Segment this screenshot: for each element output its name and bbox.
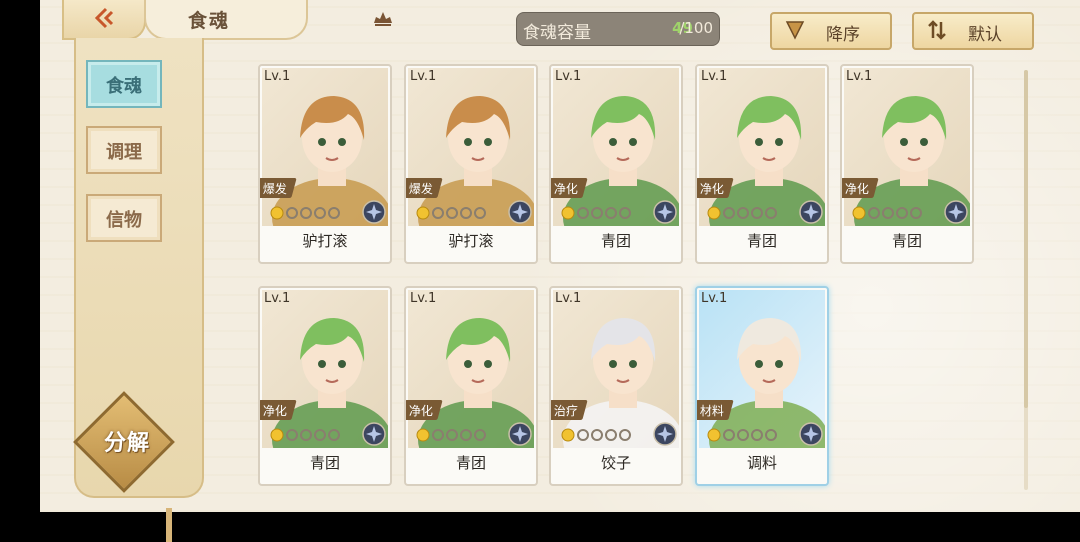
back-button[interactable] <box>62 0 146 40</box>
card-type-label: 净化 <box>553 182 578 196</box>
page-title: 食魂 <box>188 10 231 32</box>
card-type-tag: 材料 <box>697 400 734 420</box>
sidebar-item-label: 调理 <box>106 142 142 163</box>
element-emblem-icon <box>653 422 677 446</box>
card-level: Lv.1 <box>264 69 291 84</box>
page-title-tab: 食魂 <box>144 0 392 40</box>
card-level: Lv.1 <box>846 69 873 84</box>
star-rating <box>416 206 486 220</box>
descending-icon <box>785 21 805 40</box>
tassel-decoration <box>166 508 172 542</box>
food-soul-card[interactable]: Lv.1 净化 青团 <box>840 64 974 264</box>
element-emblem-icon <box>362 422 386 446</box>
element-emblem-icon <box>799 422 823 446</box>
card-type-tag: 爆发 <box>406 178 443 198</box>
card-type-label: 爆发 <box>262 182 287 196</box>
card-type-tag: 净化 <box>697 178 734 198</box>
star-rating <box>707 206 777 220</box>
sidebar-item-cooking[interactable]: 调理 <box>86 126 162 174</box>
card-level: Lv.1 <box>410 69 437 84</box>
sidebar-item-label: 信物 <box>106 210 142 231</box>
star-rating <box>707 428 777 442</box>
food-soul-card[interactable]: Lv.1 净化 青团 <box>549 64 683 264</box>
card-type-label: 净化 <box>844 182 869 196</box>
food-soul-card[interactable]: Lv.1 爆发 驴打滚 <box>404 64 538 264</box>
card-name: 驴打滚 <box>302 232 348 250</box>
star-rating <box>416 428 486 442</box>
card-type-tag: 净化 <box>260 400 297 420</box>
card-type-tag: 净化 <box>842 178 879 198</box>
sort-mode-label: 默认 <box>968 25 1002 45</box>
card-type-tag: 爆发 <box>260 178 297 198</box>
sort-order-label: 降序 <box>826 25 860 45</box>
card-name: 饺子 <box>600 454 631 472</box>
sidebar-item-food-soul[interactable]: 食魂 <box>86 60 162 108</box>
card-name: 青团 <box>600 232 631 250</box>
food-soul-card[interactable]: Lv.1 治疗 饺子 <box>549 286 683 486</box>
card-type-tag: 净化 <box>406 400 443 420</box>
capacity-max: /100 <box>679 19 713 37</box>
element-emblem-icon <box>508 422 532 446</box>
food-soul-card[interactable]: Lv.1 材料 调料 <box>695 286 829 486</box>
star-rating <box>561 428 631 442</box>
card-name: 调料 <box>746 454 777 472</box>
card-type-tag: 治疗 <box>551 400 588 420</box>
card-type-tag: 净化 <box>551 178 588 198</box>
card-name: 青团 <box>891 232 922 250</box>
card-type-label: 治疗 <box>553 404 578 418</box>
star-rating <box>270 206 340 220</box>
card-type-label: 爆发 <box>408 182 433 196</box>
food-soul-card[interactable]: Lv.1 净化 青团 <box>258 286 392 486</box>
decompose-label: 分解 <box>104 431 151 456</box>
star-rating <box>852 206 922 220</box>
card-level: Lv.1 <box>701 69 728 84</box>
food-soul-card[interactable]: Lv.1 净化 青团 <box>695 64 829 264</box>
element-emblem-icon <box>944 200 968 224</box>
card-name: 青团 <box>746 232 777 250</box>
element-emblem-icon <box>799 200 823 224</box>
card-name: 驴打滚 <box>448 232 494 250</box>
card-type-label: 净化 <box>408 404 433 418</box>
food-soul-card[interactable]: Lv.1 净化 青团 <box>404 286 538 486</box>
card-name: 青团 <box>309 454 340 472</box>
sidebar-item-label: 食魂 <box>106 76 142 97</box>
element-emblem-icon <box>362 200 386 224</box>
star-rating <box>270 428 340 442</box>
element-emblem-icon <box>508 200 532 224</box>
crown-icon <box>374 12 392 26</box>
capacity-label: 食魂容量 <box>523 23 591 43</box>
star-rating <box>561 206 631 220</box>
sidebar-item-token[interactable]: 信物 <box>86 194 162 242</box>
card-level: Lv.1 <box>264 291 291 306</box>
card-type-label: 净化 <box>699 182 724 196</box>
capacity-display: 食魂容量 49 /100 <box>516 12 720 46</box>
card-level: Lv.1 <box>701 291 728 306</box>
card-type-label: 净化 <box>262 404 287 418</box>
element-emblem-icon <box>653 200 677 224</box>
sort-mode-button[interactable]: 默认 <box>912 12 1034 50</box>
sort-order-button[interactable]: 降序 <box>770 12 892 50</box>
card-name: 青团 <box>455 454 486 472</box>
card-level: Lv.1 <box>555 291 582 306</box>
card-level: Lv.1 <box>410 291 437 306</box>
food-soul-card[interactable]: Lv.1 爆发 驴打滚 <box>258 64 392 264</box>
card-type-label: 材料 <box>699 404 724 418</box>
card-level: Lv.1 <box>555 69 582 84</box>
sort-arrows-icon <box>928 20 946 40</box>
scrollbar-thumb[interactable] <box>1024 70 1028 408</box>
game-screen: 食魂 食魂容量 49 /100 降序 默认 食魂 调理 信物 分解 Lv.1 爆… <box>40 0 1080 542</box>
back-arrow-icon <box>94 7 114 29</box>
